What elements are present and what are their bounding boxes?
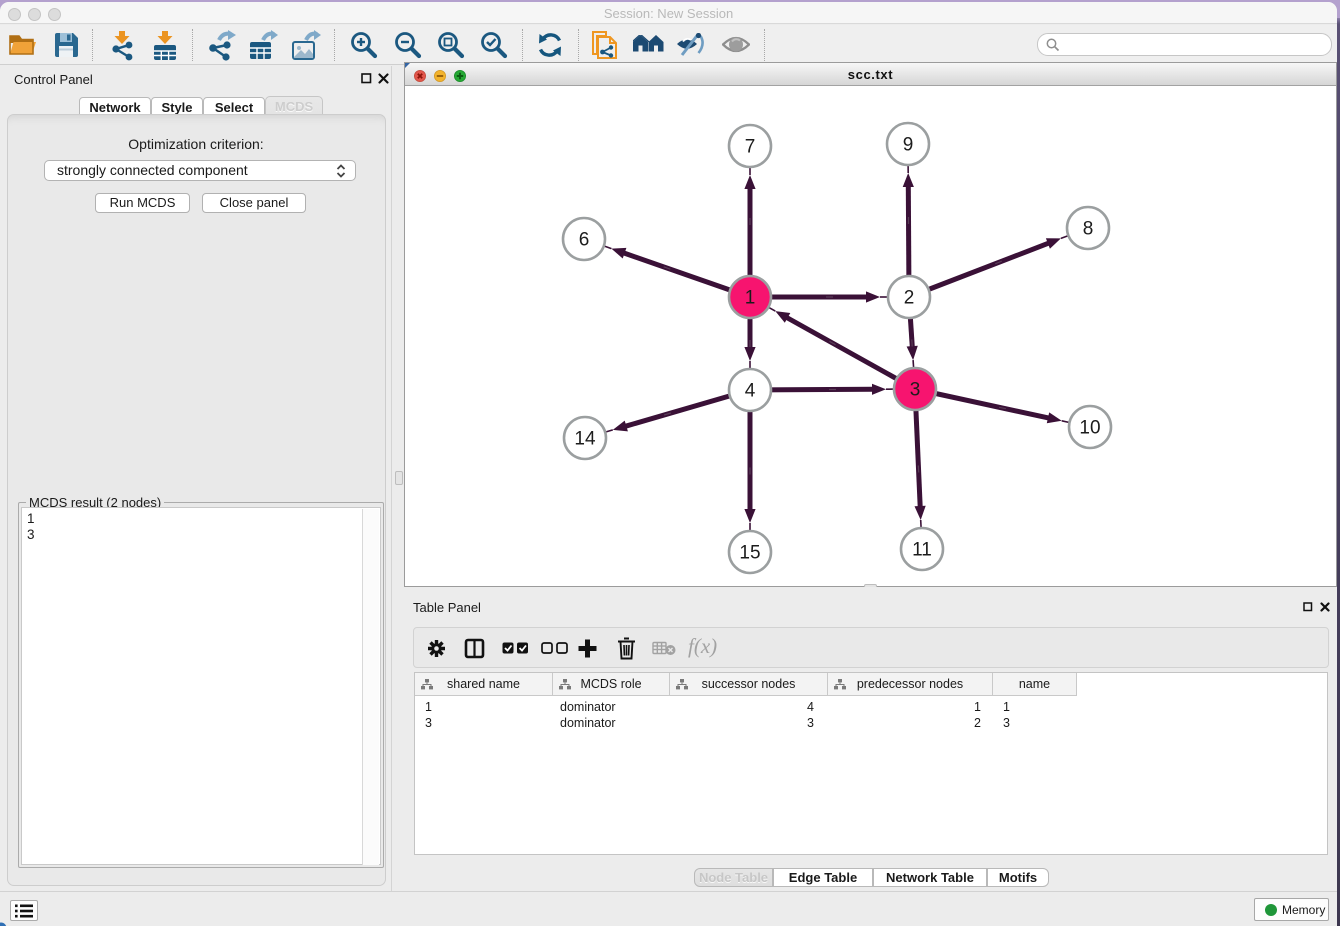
- svg-text:3: 3: [910, 380, 921, 401]
- svg-text:8: 8: [1083, 219, 1094, 240]
- svg-text:7: 7: [745, 137, 756, 158]
- svg-text:11: 11: [912, 540, 932, 561]
- svg-text:6: 6: [579, 230, 590, 251]
- svg-text:4: 4: [745, 381, 756, 402]
- svg-text:1: 1: [745, 288, 756, 309]
- svg-text:10: 10: [1079, 418, 1100, 439]
- svg-text:9: 9: [903, 135, 914, 156]
- svg-text:2: 2: [904, 288, 915, 309]
- svg-text:15: 15: [739, 543, 760, 564]
- svg-text:14: 14: [574, 429, 596, 450]
